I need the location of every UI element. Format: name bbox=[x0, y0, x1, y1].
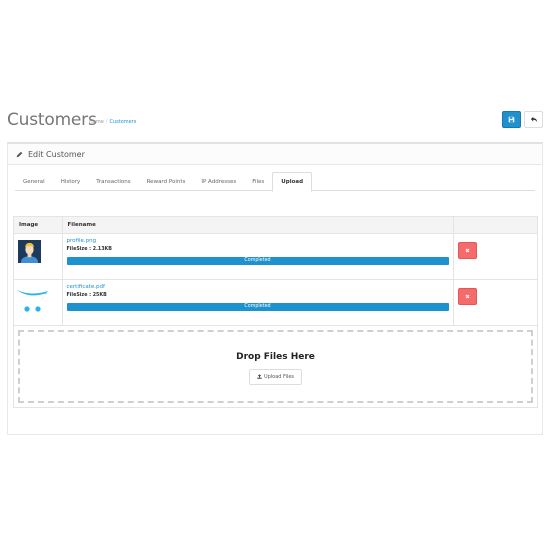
upload-progress: Completed bbox=[66, 302, 449, 311]
table-row: profile.png FileSize : 2.13KB Completed bbox=[14, 233, 537, 280]
upload-progress-bar: Completed bbox=[66, 256, 449, 265]
tab-history[interactable]: History bbox=[53, 172, 89, 191]
column-header-filename: Filename bbox=[62, 217, 454, 234]
column-header-image: Image bbox=[14, 217, 63, 234]
header-actions bbox=[502, 111, 543, 128]
column-header-actions bbox=[453, 217, 537, 234]
tab-reward-points[interactable]: Reward Points bbox=[139, 172, 194, 191]
action-cell bbox=[453, 233, 537, 280]
breadcrumb-customers[interactable]: Customers bbox=[109, 119, 136, 125]
dropzone-title: Drop Files Here bbox=[236, 351, 315, 362]
save-icon bbox=[508, 116, 515, 123]
breadcrumb: Home / Customers bbox=[89, 119, 136, 125]
dropzone-cell: Drop Files Here Upload Files bbox=[14, 325, 537, 407]
panel-title: Edit Customer bbox=[28, 149, 85, 159]
upload-progress-bar: Completed bbox=[66, 302, 449, 311]
filename-link[interactable]: certificate.pdf bbox=[67, 284, 449, 292]
tab-ip-addresses[interactable]: IP Addresses bbox=[193, 172, 244, 191]
breadcrumb-home[interactable]: Home bbox=[89, 119, 104, 125]
edit-customer-panel: Edit Customer General History Transactio… bbox=[7, 142, 543, 435]
reply-icon bbox=[530, 116, 537, 123]
image-cell bbox=[14, 279, 63, 326]
breadcrumb-separator: / bbox=[105, 119, 108, 125]
page-title: Customers bbox=[7, 110, 97, 130]
upload-progress: Completed bbox=[66, 256, 449, 265]
action-cell bbox=[453, 279, 537, 326]
image-cell bbox=[14, 233, 63, 280]
opencart-logo-image bbox=[17, 289, 48, 312]
delete-button[interactable] bbox=[457, 241, 477, 259]
tab-upload[interactable]: Upload bbox=[272, 172, 313, 192]
pencil-icon bbox=[16, 151, 23, 157]
tab-files[interactable]: Files bbox=[244, 172, 272, 191]
filesize-label: FileSize : 2.13KB bbox=[66, 246, 112, 252]
panel-heading: Edit Customer bbox=[8, 144, 542, 165]
upload-icon bbox=[257, 374, 262, 379]
tab-transactions[interactable]: Transactions bbox=[88, 172, 138, 191]
times-icon bbox=[465, 248, 469, 252]
upload-table: Image Filename profile.png FileSize: 2.… bbox=[13, 216, 538, 408]
file-dropzone[interactable]: Drop Files Here Upload Files bbox=[18, 329, 533, 403]
back-button[interactable] bbox=[524, 111, 543, 128]
page-header: Customers Home / Customers bbox=[7, 108, 543, 132]
tab-bar: General History Transactions Reward Poin… bbox=[15, 172, 535, 192]
file-cell: certificate.pdf FileSize : 25KB Complete… bbox=[62, 279, 454, 326]
tab-general[interactable]: General bbox=[15, 172, 53, 191]
file-cell: profile.png FileSize : 2.13KB Completed bbox=[62, 233, 454, 280]
upload-files-label: Upload Files bbox=[263, 373, 295, 380]
filename-link[interactable]: profile.png bbox=[67, 238, 449, 246]
delete-button[interactable] bbox=[457, 287, 477, 305]
dropzone-row: Drop Files Here Upload Files bbox=[14, 325, 537, 407]
filesize-label: FileSize : 25KB bbox=[66, 292, 107, 298]
times-icon bbox=[465, 294, 469, 298]
upload-files-button[interactable]: Upload Files bbox=[248, 368, 303, 385]
user-avatar-image bbox=[18, 239, 41, 263]
table-row: certificate.pdf FileSize : 25KB Complete… bbox=[14, 279, 537, 326]
save-button[interactable] bbox=[502, 111, 521, 128]
